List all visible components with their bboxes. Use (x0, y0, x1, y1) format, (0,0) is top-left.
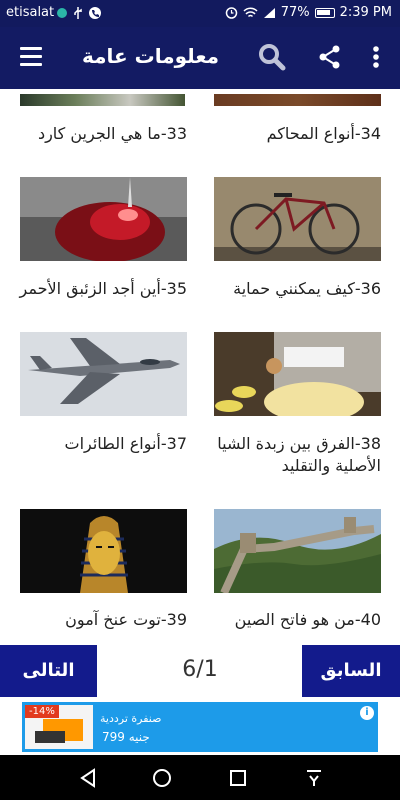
home-icon[interactable] (150, 766, 174, 790)
article-caption: 33-ما هي الجرين كارد (37, 124, 187, 143)
article-card[interactable]: 37-أنواع الطائرات (20, 332, 187, 472)
partial-image-left (20, 94, 185, 106)
pagination-bar: التالى 6/1 السابق (0, 645, 400, 697)
article-caption: 38-الفرق بين زبدة الشيا الأصلية والتقليد (217, 434, 381, 475)
article-card[interactable]: 33-ما هي الجرين كارد (20, 109, 187, 149)
phone-icon (89, 7, 101, 19)
status-bar: etisalat 77% 2:39 PM (0, 0, 400, 27)
globe-icon (57, 8, 67, 18)
back-icon[interactable] (76, 766, 100, 790)
great-wall-image (214, 509, 381, 593)
ad-price: جنيه 799 (102, 730, 150, 744)
notification-pull-icon[interactable] (302, 766, 326, 790)
usb-icon (74, 7, 82, 19)
clock: 2:39 PM (339, 5, 392, 20)
fighter-jet-image (20, 332, 187, 416)
signal-icon (263, 7, 275, 18)
article-card[interactable]: 39-توت عنخ آمون (20, 509, 187, 639)
shea-butter-image (214, 332, 381, 416)
bicycle-image (214, 177, 381, 261)
article-caption: 34-أنواع المحاكم (266, 124, 381, 143)
article-grid[interactable]: 33-ما هي الجرين كارد 34-أنواع المحاكم 35… (0, 89, 400, 645)
partial-image-right (214, 94, 381, 106)
article-card[interactable]: 40-من هو فاتح الصين (214, 509, 381, 639)
article-caption: 37-أنواع الطائرات (64, 434, 187, 453)
article-card[interactable]: 38-الفرق بين زبدة الشيا الأصلية والتقليد (214, 332, 381, 475)
article-caption: 40-من هو فاتح الصين (234, 610, 381, 629)
article-caption: 35-أين أجد الزئبق الأحمر (19, 279, 187, 298)
article-card[interactable]: 35-أين أجد الزئبق الأحمر (19, 177, 187, 307)
tutankhamun-mask-image (20, 509, 187, 593)
page-title: معلومات عامة (82, 44, 220, 68)
ad-banner[interactable]: -14% صنفرة ترددية جنيه 799 i (22, 702, 378, 752)
menu-icon[interactable] (20, 47, 42, 67)
ad-discount-badge: -14% (25, 705, 59, 718)
red-mercury-image (20, 177, 187, 261)
article-card[interactable]: 34-أنواع المحاكم (214, 109, 381, 149)
recents-icon[interactable] (226, 766, 250, 790)
more-vert-icon[interactable] (360, 41, 392, 73)
share-icon[interactable] (314, 41, 346, 73)
article-caption: 39-توت عنخ آمون (65, 610, 187, 629)
system-nav-bar (0, 755, 400, 800)
page-indicator: 6/1 (182, 657, 218, 682)
next-button[interactable]: التالى (0, 645, 97, 697)
carrier-label: etisalat (6, 5, 55, 20)
ad-area: -14% صنفرة ترددية جنيه 799 i (0, 697, 400, 755)
app-bar: معلومات عامة (0, 27, 400, 89)
battery-icon (314, 7, 335, 18)
ad-info-icon[interactable]: i (360, 706, 374, 720)
ad-title: صنفرة ترددية (100, 712, 162, 725)
wifi-icon (243, 6, 258, 17)
previous-button[interactable]: السابق (302, 645, 400, 697)
alarm-icon (225, 7, 237, 19)
search-icon[interactable] (256, 41, 288, 73)
battery-percent: 77% (280, 5, 310, 20)
article-caption: 36-كيف يمكنني حماية (233, 279, 381, 298)
article-card[interactable]: 36-كيف يمكنني حماية (214, 177, 381, 307)
